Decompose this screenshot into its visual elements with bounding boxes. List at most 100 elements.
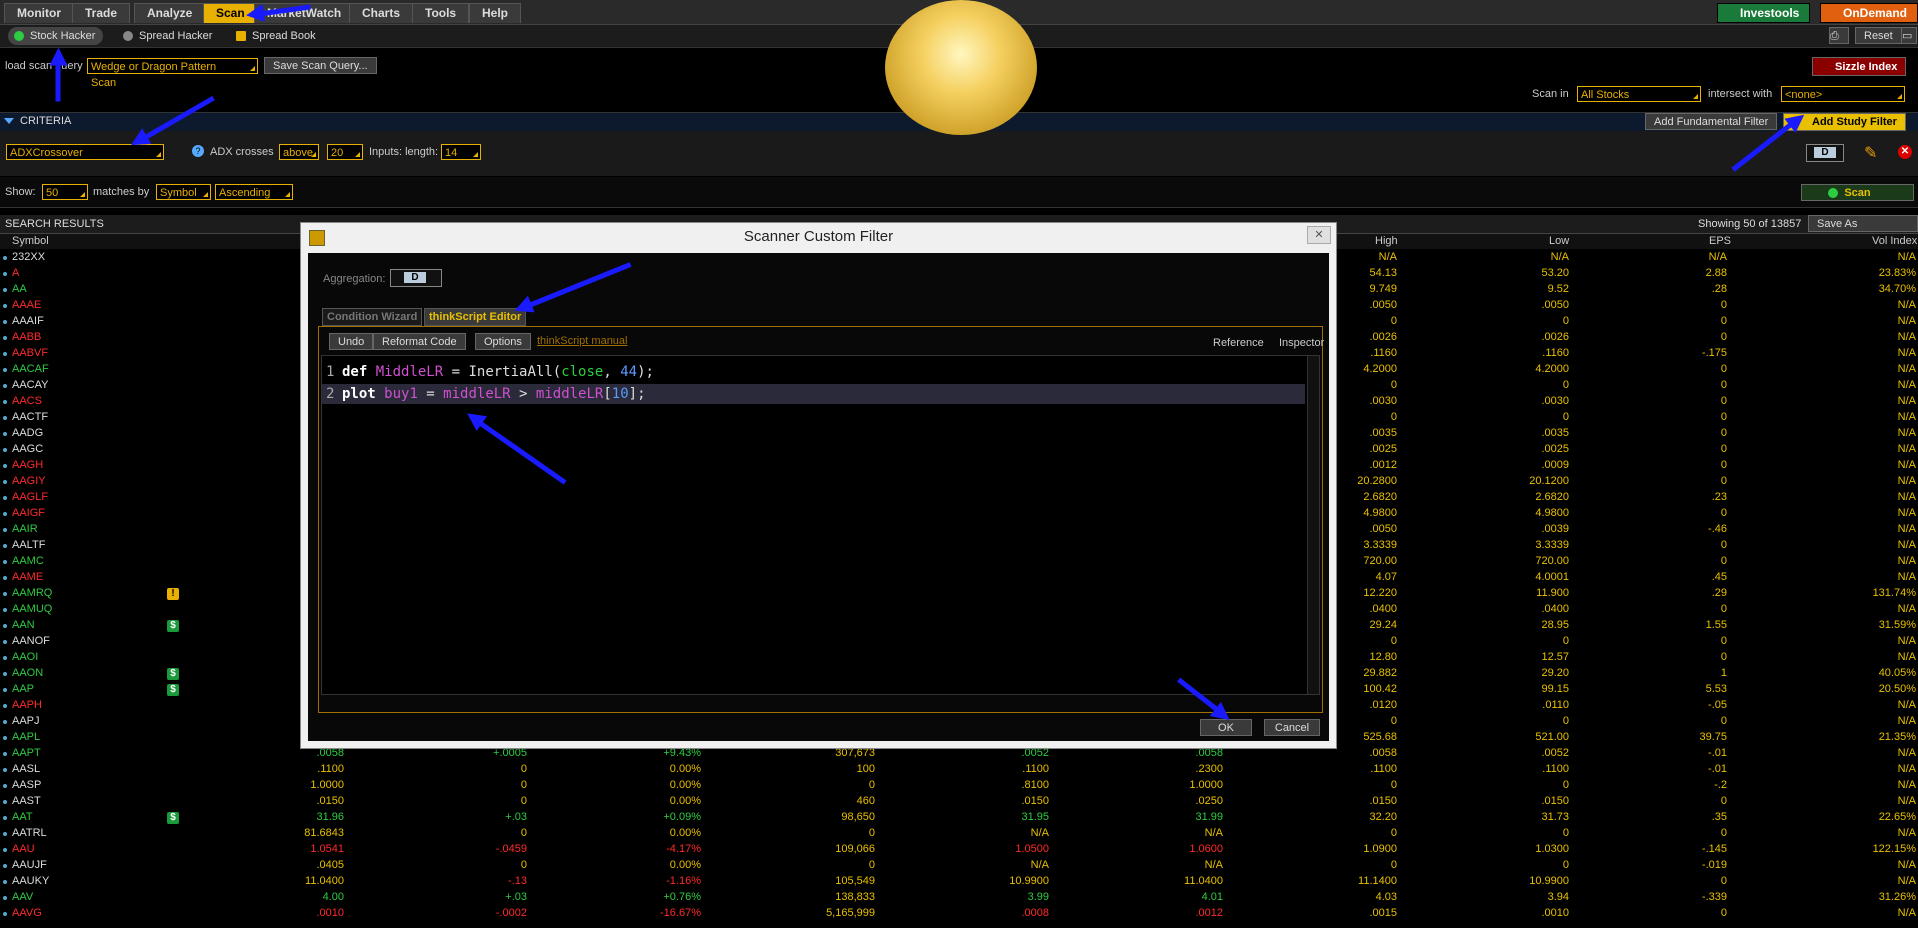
- symbol-cell[interactable]: AAMRQ: [12, 587, 52, 599]
- symbol-cell[interactable]: AAST: [12, 795, 41, 807]
- symbol-cell[interactable]: AASL: [12, 763, 40, 775]
- length-stepper[interactable]: 14: [441, 144, 481, 160]
- help-icon[interactable]: ?: [192, 145, 204, 157]
- symbol-cell[interactable]: AAOI: [12, 651, 38, 663]
- symbol-cell[interactable]: AAAIF: [12, 315, 44, 327]
- sizzle-index-button[interactable]: Sizzle Index: [1812, 57, 1907, 76]
- window-icon[interactable]: ▭: [1901, 27, 1917, 44]
- reset-button[interactable]: Reset: [1855, 27, 1902, 44]
- table-row[interactable]: AAST .0150 0 0.00% 460 .0150 .0250 .0150 .0150 0 N…: [0, 794, 1918, 810]
- symbol-cell[interactable]: AACAY: [12, 379, 48, 391]
- collapse-icon[interactable]: [4, 118, 14, 124]
- delete-icon[interactable]: ✕: [1898, 145, 1912, 159]
- add-fundamental-filter-button[interactable]: Add Fundamental Filter: [1645, 113, 1778, 130]
- symbol-cell[interactable]: AACTF: [12, 411, 48, 423]
- symbol-cell[interactable]: AAGC: [12, 443, 43, 455]
- col-vol-index[interactable]: Vol Index: [1872, 235, 1917, 247]
- symbol-cell[interactable]: AAGH: [12, 459, 43, 471]
- scan-button[interactable]: Scan: [1801, 184, 1914, 201]
- symbol-cell[interactable]: AAMC: [12, 555, 44, 567]
- symbol-cell[interactable]: AA: [12, 283, 27, 295]
- subtab-spread-hacker[interactable]: Spread Hacker: [117, 27, 220, 45]
- table-row[interactable]: AASP 1.0000 0 0.00% 0 .8100 1.0000 0 0 -.2 N/A: [0, 778, 1918, 794]
- undo-button[interactable]: Undo: [329, 333, 374, 350]
- symbol-cell[interactable]: AAON: [12, 667, 43, 679]
- scan-query-select[interactable]: Wedge or Dragon Pattern Scan: [87, 58, 258, 89]
- dividend-icon[interactable]: $: [167, 684, 179, 696]
- ondemand-button[interactable]: OnDemand: [1820, 3, 1918, 23]
- table-row[interactable]: AATRL 81.6843 0 0.00% 0 N/A N/A 0 0 0 N/A: [0, 826, 1918, 842]
- table-row[interactable]: AAU 1.0541 -.0459 -4.17% 109,066 1.0500 1.0600…: [0, 842, 1918, 858]
- col-high[interactable]: High: [1375, 235, 1398, 247]
- symbol-cell[interactable]: AALTF: [12, 539, 45, 551]
- sort-order-select[interactable]: Ascending: [215, 184, 293, 200]
- col-symbol[interactable]: Symbol: [12, 235, 49, 247]
- print-icon[interactable]: ⎙: [1829, 27, 1849, 44]
- editor-scrollbar[interactable]: [1307, 356, 1319, 694]
- symbol-cell[interactable]: AAPH: [12, 699, 42, 711]
- symbol-cell[interactable]: AAP: [12, 683, 34, 695]
- tab-analyze[interactable]: Analyze: [134, 3, 206, 23]
- subtab-stock-hacker[interactable]: Stock Hacker: [8, 27, 104, 45]
- table-row[interactable]: AAV 4.00 +.03 +0.76% 138,833 3.99 4.01 4.03 3.94…: [0, 890, 1918, 906]
- tab-charts[interactable]: Charts: [349, 3, 414, 23]
- sort-by-select[interactable]: Symbol: [156, 184, 211, 200]
- reformat-code-button[interactable]: Reformat Code: [373, 333, 466, 350]
- table-row[interactable]: AAT $31.96 +.03 +0.09% 98,650 31.95 31.99 32.20…: [0, 810, 1918, 826]
- intersect-select[interactable]: <none>: [1781, 86, 1905, 102]
- symbol-cell[interactable]: AAT: [12, 811, 33, 823]
- reference-tab[interactable]: Reference: [1213, 337, 1264, 349]
- symbol-cell[interactable]: AAV: [12, 891, 33, 903]
- tab-trade[interactable]: Trade: [72, 3, 131, 23]
- save-as-watchlist-button[interactable]: Save As Watchlist...: [1808, 215, 1918, 247]
- col-eps[interactable]: EPS: [1709, 235, 1731, 247]
- aggregation-box[interactable]: D: [1806, 144, 1844, 162]
- investools-button[interactable]: Investools: [1717, 3, 1811, 23]
- col-low[interactable]: Low: [1549, 235, 1569, 247]
- symbol-cell[interactable]: AAPT: [12, 747, 41, 759]
- tab-thinkscript-editor[interactable]: thinkScript Editor: [424, 308, 527, 326]
- symbol-cell[interactable]: AANOF: [12, 635, 50, 647]
- symbol-cell[interactable]: AADG: [12, 427, 43, 439]
- symbol-cell[interactable]: AAGIY: [12, 475, 46, 487]
- symbol-cell[interactable]: A: [12, 267, 19, 279]
- symbol-cell[interactable]: AAGLF: [12, 491, 48, 503]
- symbol-cell[interactable]: AAMUQ: [12, 603, 52, 615]
- dividend-icon[interactable]: $: [167, 668, 179, 680]
- symbol-cell[interactable]: AAPJ: [12, 715, 40, 727]
- save-scan-query-button[interactable]: Save Scan Query...: [264, 57, 377, 74]
- show-count-select[interactable]: 50: [42, 184, 88, 200]
- symbol-cell[interactable]: 232XX: [12, 251, 45, 263]
- dividend-icon[interactable]: $: [167, 620, 179, 632]
- symbol-cell[interactable]: AABVF: [12, 347, 48, 359]
- thinkscript-manual-link[interactable]: thinkScript manual: [537, 335, 628, 347]
- symbol-cell[interactable]: AAIR: [12, 523, 38, 535]
- symbol-cell[interactable]: AABB: [12, 331, 41, 343]
- pencil-icon[interactable]: ✎: [1864, 143, 1877, 163]
- tab-tools[interactable]: Tools: [412, 3, 470, 23]
- inspector-tab[interactable]: Inspector: [1279, 337, 1324, 349]
- tab-condition-wizard[interactable]: Condition Wizard: [322, 308, 423, 326]
- symbol-cell[interactable]: AAPL: [12, 731, 40, 743]
- table-row[interactable]: AASL .1100 0 0.00% 100 .1100 .2300 .1100 .1100 -.…: [0, 762, 1918, 778]
- symbol-cell[interactable]: AAU: [12, 843, 35, 855]
- dialog-aggregation-box[interactable]: D: [390, 269, 442, 287]
- symbol-cell[interactable]: AASP: [12, 779, 41, 791]
- cancel-button[interactable]: Cancel: [1264, 719, 1320, 736]
- symbol-cell[interactable]: AATRL: [12, 827, 47, 839]
- symbol-cell[interactable]: AAUJF: [12, 859, 47, 871]
- symbol-cell[interactable]: AAIGF: [12, 507, 45, 519]
- tab-help[interactable]: Help: [469, 3, 522, 23]
- scan-in-select[interactable]: All Stocks: [1577, 86, 1701, 102]
- table-row[interactable]: AAUJF .0405 0 0.00% 0 N/A N/A 0 0 -.019 N/A: [0, 858, 1918, 874]
- adx-value-stepper[interactable]: 20: [327, 144, 363, 160]
- dividend-icon[interactable]: $: [167, 812, 179, 824]
- symbol-cell[interactable]: AACAF: [12, 363, 49, 375]
- symbol-cell[interactable]: AAAE: [12, 299, 41, 311]
- symbol-cell[interactable]: AAME: [12, 571, 43, 583]
- symbol-cell[interactable]: AAVG: [12, 907, 42, 919]
- tab-monitor[interactable]: Monitor: [4, 3, 74, 23]
- subtab-spread-book[interactable]: Spread Book: [230, 27, 324, 45]
- alert-icon[interactable]: !: [167, 588, 179, 600]
- symbol-cell[interactable]: AAN: [12, 619, 35, 631]
